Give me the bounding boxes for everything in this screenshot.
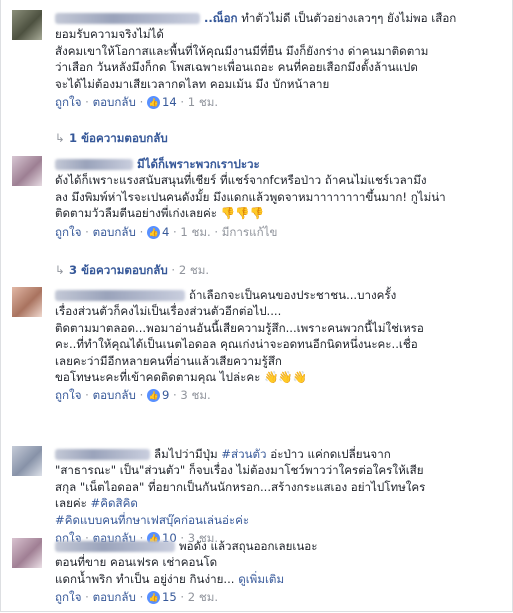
comment-text: ลืมไปว่ามีปุ่ม (154, 447, 218, 461)
comment-text: ลง มึงพิมพ์ห่าไรจะเปนคนดังมั้ย มึงแดกแล้… (55, 189, 446, 204)
thumbs-down-emoji-icon: 👎👎👎 (220, 206, 265, 221)
comment-text: จะได้ไม่ต้องมาเสียเวลากดไลท คอมเม้น มึง … (55, 76, 330, 91)
timestamp[interactable]: 2 ชม. (188, 590, 218, 604)
comment-text: สกุล "เน็ตไอดอล" ที่อยากเป็นกันนักหรอก..… (55, 479, 426, 494)
like-count[interactable]: 15 (162, 590, 177, 604)
view-replies-link[interactable]: ↳ 1 ข้อความตอบกลับ (55, 130, 168, 148)
avatar[interactable] (12, 446, 42, 476)
comment-actions: ถูกใจ · ตอบกลับ · 👍 9 · 3 ชม. (55, 388, 211, 403)
commenter-name[interactable] (55, 159, 133, 170)
commenter-name-suffix[interactable]: ..ณ็อก (204, 11, 238, 25)
thumbs-up-icon: 👍 (146, 225, 160, 239)
comment-actions: ถูกใจ · ตอบกลับ · 👍 15 · 2 ชม. (55, 590, 219, 605)
comment-text: พอดัง แล้วสถุนออกเลยเนอะ (179, 539, 318, 553)
timestamp[interactable]: 3 ชม. (180, 388, 210, 402)
comment-text: เลยค่ะ (55, 496, 91, 511)
comment-text: ทำตัวไม่ดี เป็นตัวอย่างเลวๆๆ ยังไม่พอ เส… (241, 11, 457, 25)
commenter-name-suffix[interactable]: มีได้ก็เพราะพวกเราปะวะ (137, 157, 260, 171)
see-more-link[interactable]: ดูเพิ่มเติม (238, 572, 284, 586)
reply-link[interactable]: ตอบกลับ (93, 590, 136, 604)
comment-text: อ่ะป่าว แค่กดเปลี่ยนจาก (266, 447, 391, 461)
timestamp[interactable]: 1 ชม. (188, 95, 218, 109)
like-link[interactable]: ถูกใจ (55, 388, 82, 402)
reply-arrow-icon: ↳ (55, 131, 65, 145)
thumbs-up-icon: 👍 (146, 389, 160, 403)
like-link[interactable]: ถูกใจ (55, 590, 82, 604)
view-replies-link[interactable]: ↳ 3 ข้อความตอบกลับ · 2 ชม. (55, 262, 209, 280)
commenter-name[interactable] (55, 13, 200, 24)
timestamp: 2 ชม. (178, 263, 210, 277)
comment-text: ขอโทษนะคะที่เข้าคดติดตามคุณ ไปล่ะคะ (55, 370, 264, 385)
reply-link[interactable]: ตอบกลับ (93, 225, 136, 239)
comment-actions: ถูกใจ · ตอบกลับ · 👍 4 · 1 ชม. · มีการแก้ไ… (55, 224, 278, 239)
comment-text: "สาธารณะ" เป็น"ส่วนตัว" ก็จบเรื่อง ไม่ต้… (55, 463, 424, 478)
comment-actions: ถูกใจ · ตอบกลับ · 👍 14 · 1 ชม. (55, 95, 219, 110)
comment-text: ยอมรับความจริงไม่ได้ (55, 27, 164, 42)
comment-text: แดกน้ำพริก ทำเป็น อยู่ง่าย กินง่าย... (55, 571, 235, 586)
comment-text: คะ..ที่ทำให้คุณได้เป็นเนตไอดอล คุณเก่งน่… (55, 337, 418, 352)
comment-text: เลยคะว่ามีอีกหลายคนที่อ่านแล้วเสียความรู… (55, 353, 282, 368)
comment-text: ถ้าเลือกจะเป็นคนของประชาชน...บางครั้ง (189, 288, 397, 302)
comment-text: ดังได้ก็เพราะแรงสนับสนุนที่เชียร์ ที่แชร… (55, 173, 427, 188)
comment-text: ตอนที่ขาย คอนเฟรค เช่าคอนโด (55, 555, 218, 570)
comment-text: สังคมเขาให้โอกาสและพื้นที่ให้คุณมีงานมีท… (55, 43, 429, 58)
reply-link[interactable]: ตอบกลับ (93, 388, 136, 402)
reply-arrow-icon: ↳ (55, 263, 65, 277)
avatar[interactable] (12, 156, 42, 186)
commenter-name[interactable] (55, 290, 185, 301)
reply-link[interactable]: ตอบกลับ (93, 95, 136, 109)
comment-text: เรื่องส่วนตัวก็คงไม่เป็นเรื่องส่วนตัวอีก… (55, 304, 282, 319)
edited-label[interactable]: มีการแก้ไข (222, 225, 278, 239)
waving-hand-emoji-icon: 👋👋👋 (264, 370, 308, 385)
like-link[interactable]: ถูกใจ (55, 225, 82, 239)
commenter-name[interactable] (55, 541, 175, 552)
comment-text: ติดตามมาตลอด...พอมาอ่านอันนี้เสียความรู้… (55, 320, 424, 335)
hashtag-link[interactable]: #คิดแบบคนที่กษาเฟสบุ๊คก่อนเล่นอ่ะค่ะ (55, 512, 502, 528)
avatar[interactable] (12, 10, 42, 40)
comment-text: ว่าเสือก วันหลังมึงก็กด โพสเฉพาะเพื่อนเถ… (55, 60, 418, 75)
comment-text: ติดตามวัวลืมตีนอย่างพี่เก่งเลยค่ะ (55, 206, 221, 221)
avatar[interactable] (12, 538, 42, 568)
hashtag-link[interactable]: #คิดสิคิด (91, 496, 138, 510)
avatar[interactable] (12, 287, 42, 317)
like-link[interactable]: ถูกใจ (55, 95, 82, 109)
like-count[interactable]: 14 (162, 95, 177, 109)
commenter-name[interactable] (55, 449, 150, 460)
hashtag-link[interactable]: #ส่วนตัว (221, 447, 266, 461)
timestamp[interactable]: 1 ชม. (180, 225, 210, 239)
thumbs-up-icon: 👍 (146, 591, 160, 605)
thumbs-up-icon: 👍 (146, 96, 160, 110)
